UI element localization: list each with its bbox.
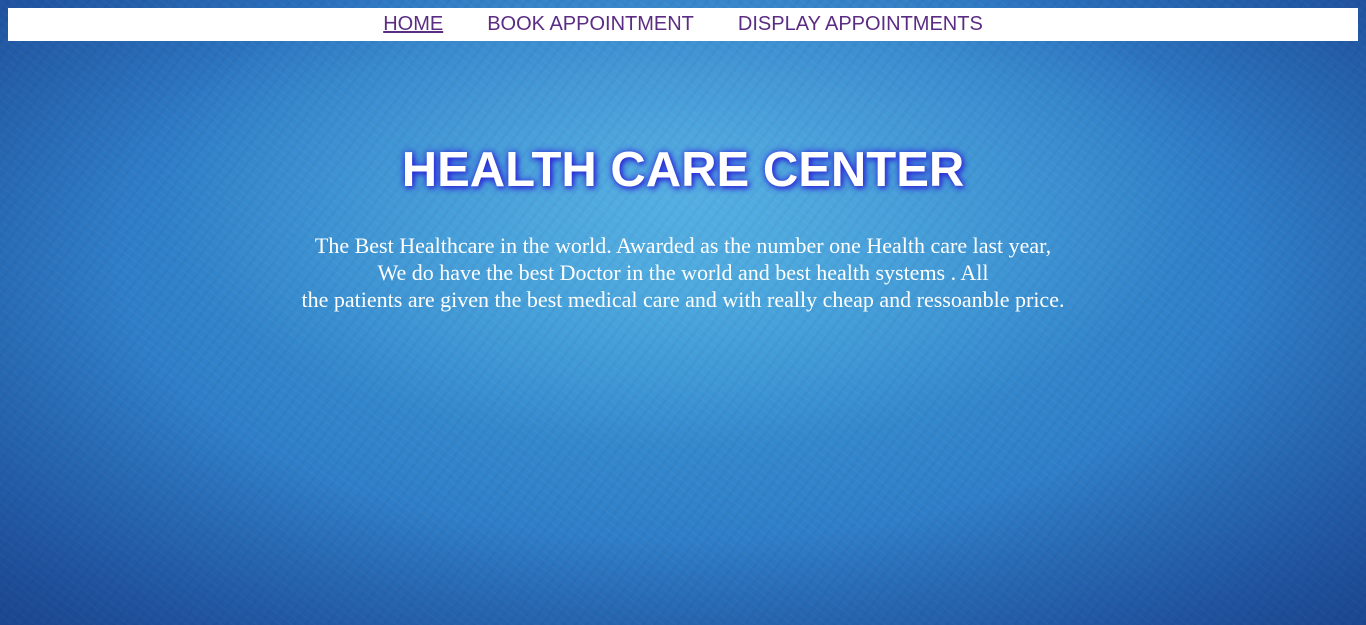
page-title: HEALTH CARE CENTER [401, 143, 965, 197]
description-line: the patients are given the best medical … [301, 287, 1065, 312]
nav-home-link[interactable]: HOME [383, 8, 443, 41]
description-line: We do have the best Doctor in the world … [377, 260, 989, 285]
nav-book-appointment-link[interactable]: BOOK APPOINTMENT [487, 8, 694, 41]
nav-display-appointments-link[interactable]: DISPLAY APPOINTMENTS [738, 8, 983, 41]
top-navbar: HOME BOOK APPOINTMENT DISPLAY APPOINTMEN… [8, 8, 1358, 41]
hero-section: HEALTH CARE CENTER The Best Healthcare i… [0, 140, 1366, 313]
description-line: The Best Healthcare in the world. Awarde… [314, 233, 1052, 258]
hero-description: The Best Healthcare in the world. Awarde… [0, 232, 1366, 313]
